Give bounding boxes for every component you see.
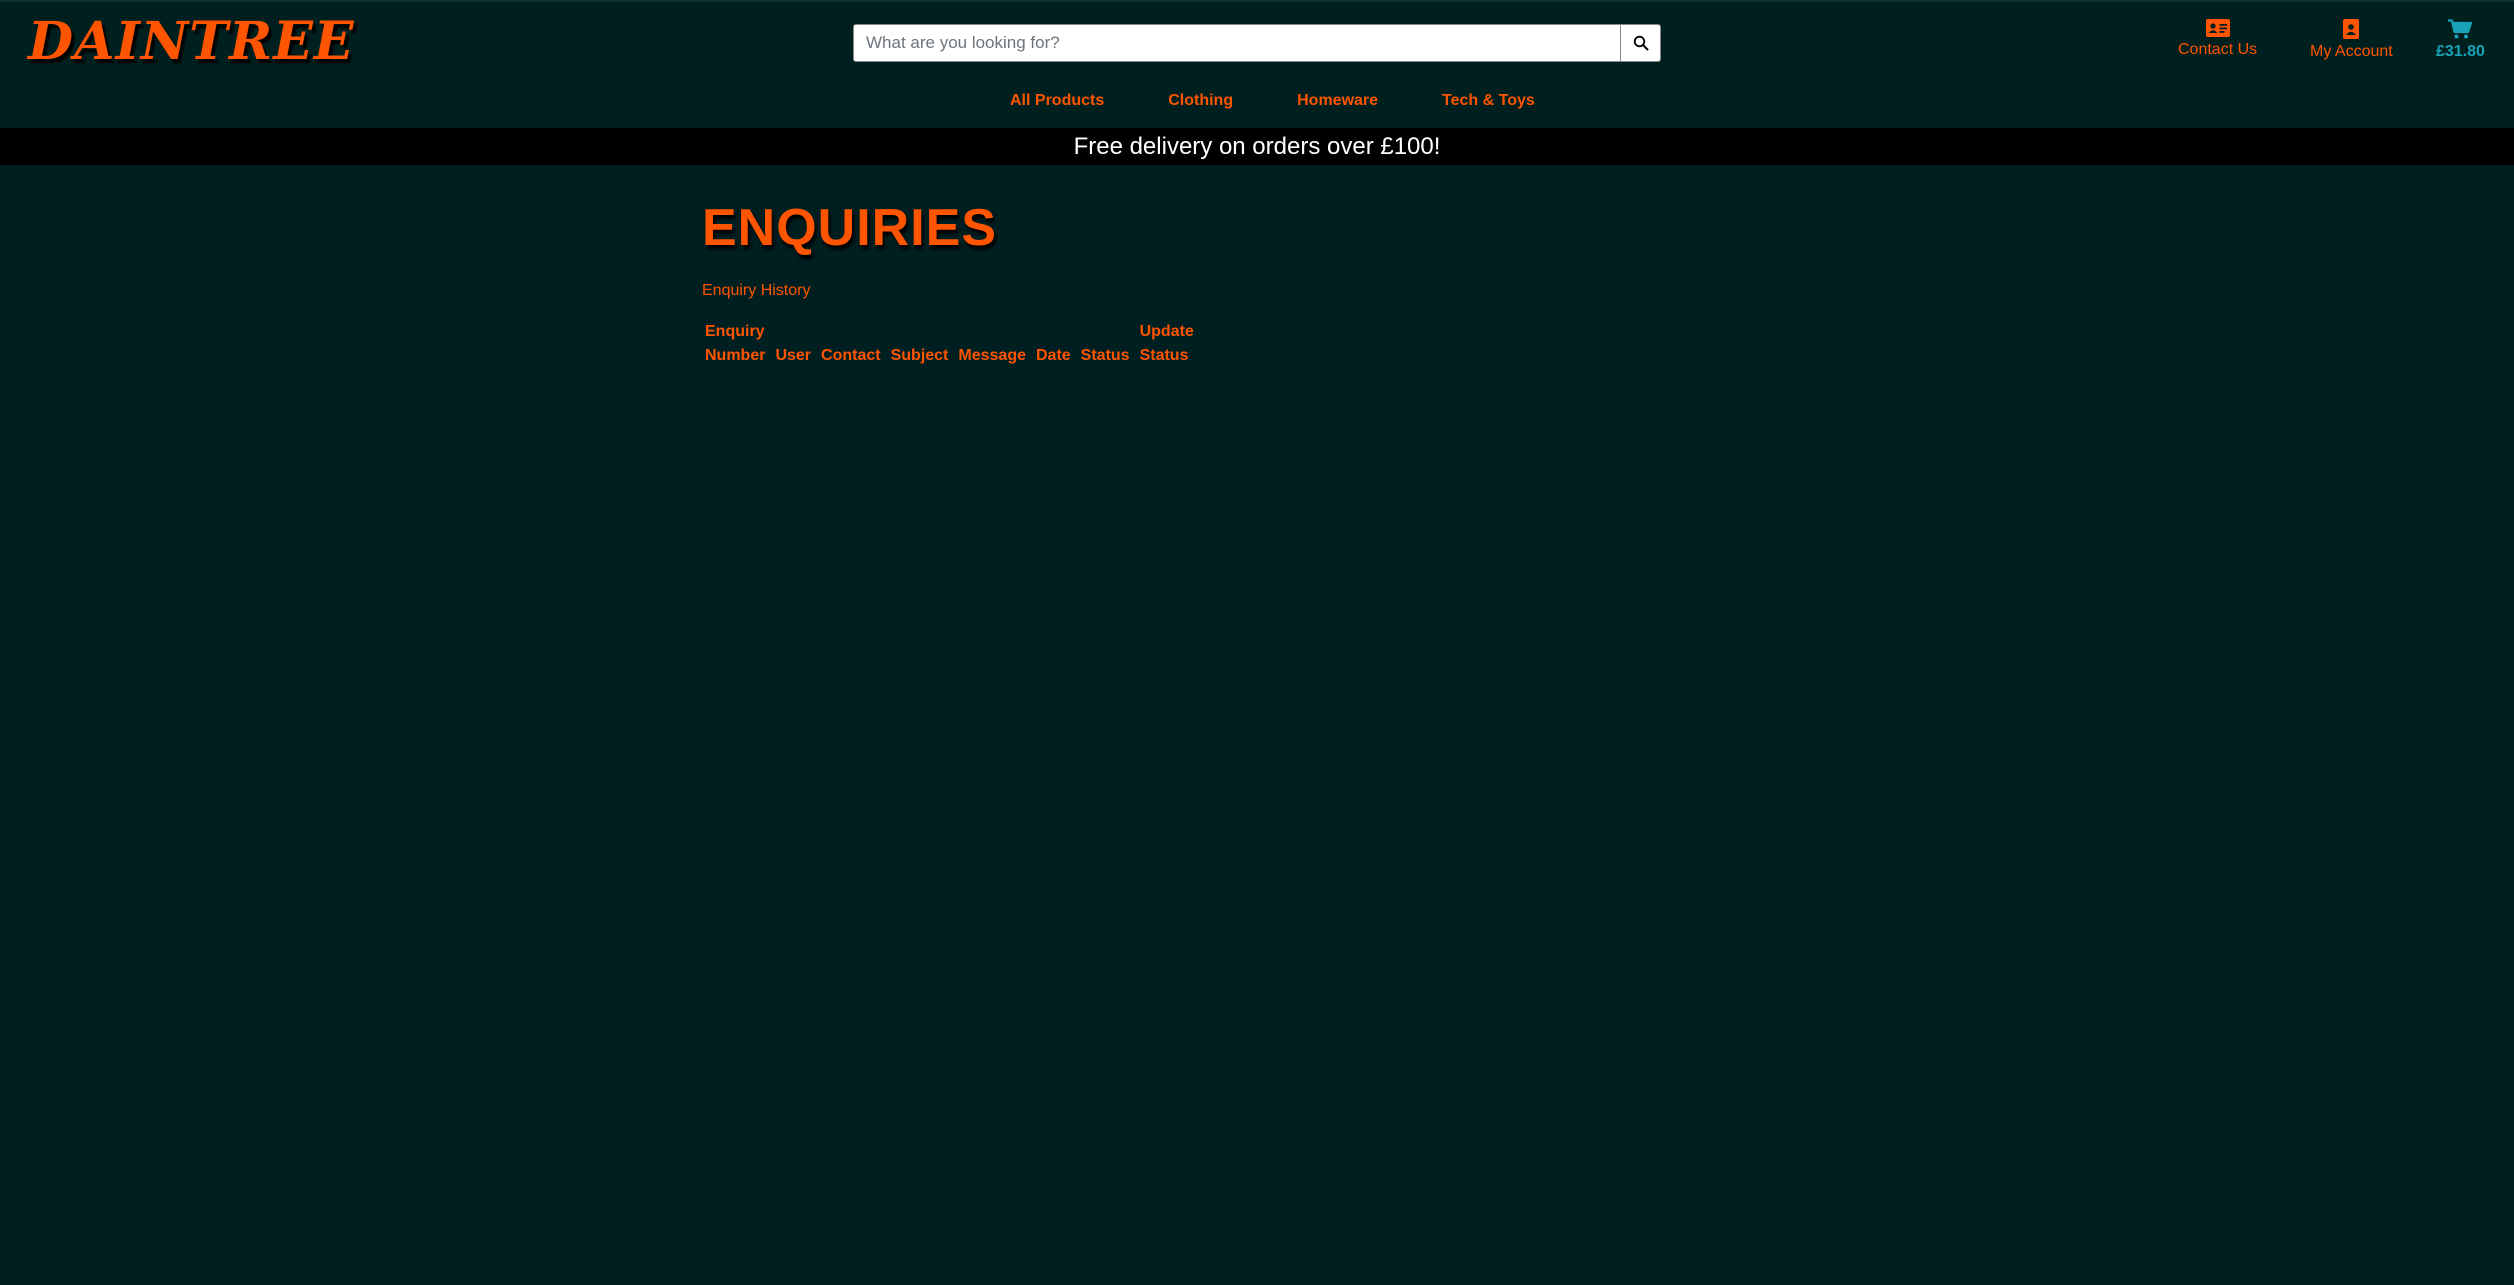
search-bar xyxy=(853,24,1661,62)
site-logo[interactable]: DAINTREE xyxy=(28,12,354,72)
promo-banner: Free delivery on orders over £100! xyxy=(0,128,2514,165)
contact-us-label: Contact Us xyxy=(2178,41,2258,58)
my-account-label: My Account xyxy=(2310,43,2393,60)
col-line2: Date xyxy=(1035,347,1071,364)
col-line2: User xyxy=(775,347,812,364)
enquiry-history-heading: Enquiry History xyxy=(702,282,811,299)
col-line2: Status xyxy=(1139,347,1189,364)
col-subject: Subject xyxy=(886,318,954,370)
account-badge-icon xyxy=(2343,19,2360,39)
col-date: Date xyxy=(1031,318,1076,370)
col-line2: Contact xyxy=(821,347,881,364)
contact-card-icon xyxy=(2205,19,2230,37)
contact-us-link[interactable]: Contact Us xyxy=(2178,19,2257,59)
col-line1: Enquiry xyxy=(705,323,765,340)
enquiries-table: Enquiry Number User Contact Subject Mess… xyxy=(700,318,1199,370)
search-button[interactable] xyxy=(1621,24,1661,62)
site-header: DAINTREE Contact Us My Account xyxy=(0,0,2514,128)
col-user: User xyxy=(770,318,816,370)
col-status: Status xyxy=(1076,318,1135,370)
table-header-row: Enquiry Number User Contact Subject Mess… xyxy=(700,318,1199,370)
col-line2: Status xyxy=(1080,347,1130,364)
search-icon xyxy=(1633,35,1648,51)
main-content: ENQUIRIES Enquiry History Enquiry Number… xyxy=(702,165,1199,370)
search-input[interactable] xyxy=(853,24,1621,62)
col-line1: Update xyxy=(1139,323,1194,340)
col-line2: Number xyxy=(705,347,766,364)
my-account-link[interactable]: My Account xyxy=(2310,19,2393,61)
col-update-status: Update Status xyxy=(1135,318,1199,370)
nav-item-clothing[interactable]: Clothing xyxy=(1168,92,1233,110)
col-contact: Contact xyxy=(816,318,886,370)
col-line2: Subject xyxy=(890,347,949,364)
nav-item-tech-toys[interactable]: Tech & Toys xyxy=(1442,92,1535,110)
nav-item-all-products[interactable]: All Products xyxy=(1010,92,1104,110)
page-title: ENQUIRIES xyxy=(702,199,998,257)
col-line2: Message xyxy=(958,347,1026,364)
nav-item-homeware[interactable]: Homeware xyxy=(1297,92,1378,110)
cart-total: £31.80 xyxy=(2436,43,2485,60)
col-message: Message xyxy=(953,318,1031,370)
cart-icon xyxy=(2448,19,2473,39)
cart-link[interactable]: £31.80 xyxy=(2436,19,2485,61)
col-enquiry-number: Enquiry Number xyxy=(700,318,770,370)
